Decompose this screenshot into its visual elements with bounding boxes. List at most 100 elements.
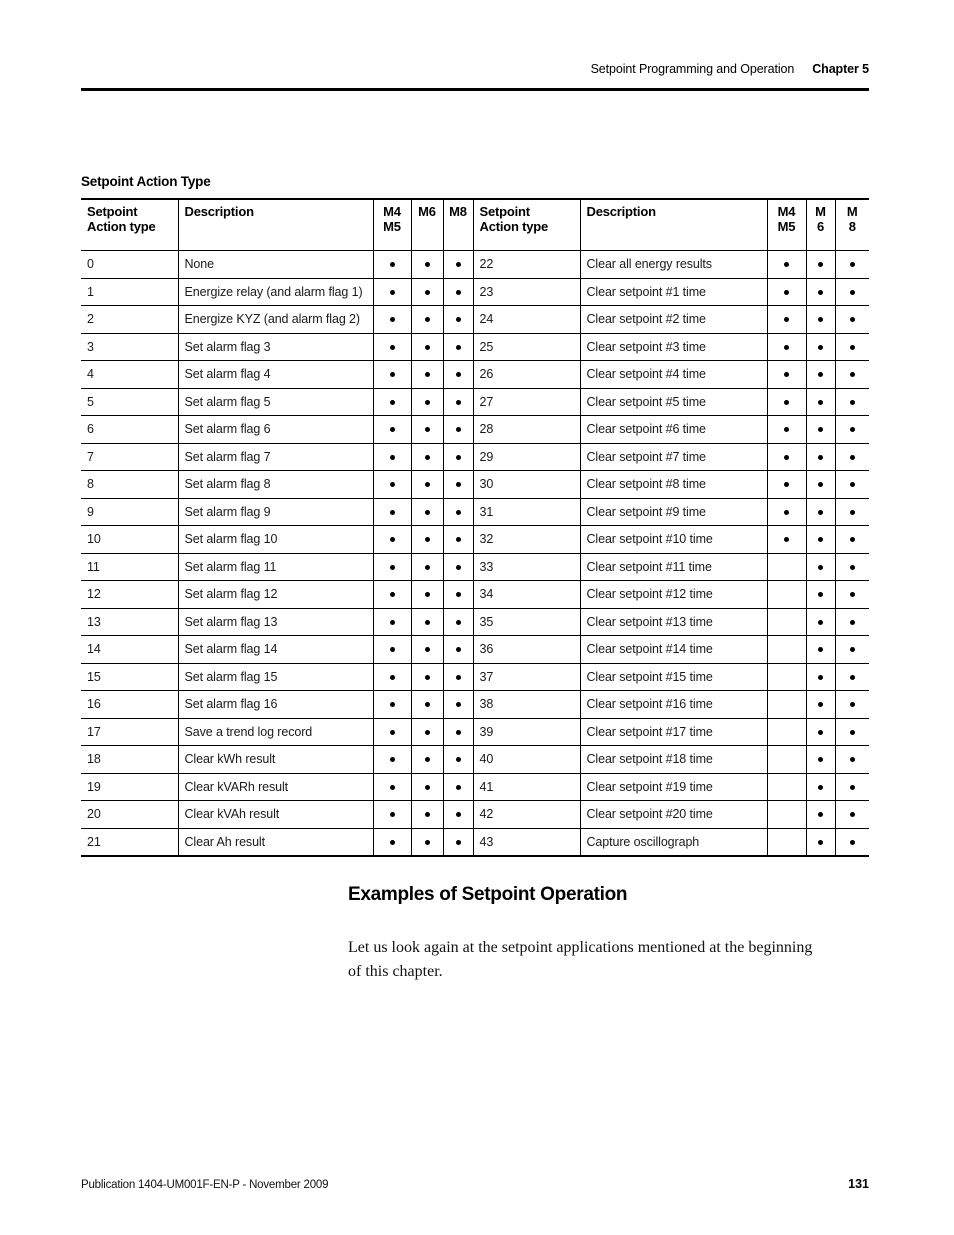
cell-r_m6 <box>805 663 835 691</box>
cell-r_m45 <box>766 608 806 636</box>
page-footer: Publication 1404-UM001F-EN-P - November … <box>81 1177 869 1191</box>
cell-r_desc: Clear setpoint #9 time <box>579 498 767 526</box>
table-row: 14 Set alarm flag 14 36 Clear setpoint #14 … <box>81 635 869 664</box>
cell-r_num: 33 <box>472 553 580 581</box>
header-m6-left: M6 <box>410 198 443 251</box>
cell-l_m45 <box>372 773 411 801</box>
support-dot-icon <box>424 344 430 350</box>
cell-r_m45 <box>766 250 806 279</box>
support-dot-icon <box>818 482 823 488</box>
cell-l_desc: Clear kVAh result <box>177 800 373 829</box>
cell-l_m6 <box>410 333 443 361</box>
cell-r_m6 <box>805 745 835 774</box>
support-dot-icon <box>849 344 855 350</box>
cell-r_desc: Clear setpoint #1 time <box>579 278 767 306</box>
cell-r_m6 <box>805 360 835 389</box>
cell-r_m45 <box>766 553 806 581</box>
cell-l_m45 <box>372 250 411 279</box>
support-dot-icon <box>424 592 430 598</box>
cell-l_m6 <box>410 635 443 664</box>
cell-l_num: 6 <box>81 415 178 444</box>
cell-l_num: 14 <box>81 635 178 664</box>
support-dot-icon <box>455 564 461 570</box>
cell-l_m45 <box>372 333 411 361</box>
table-row: 9 Set alarm flag 9 31 Clear setpoint #9 tim… <box>81 498 869 526</box>
cell-l_num: 7 <box>81 443 178 471</box>
cell-r_m45 <box>766 663 806 691</box>
cell-r_m45 <box>766 498 806 526</box>
support-dot-icon <box>389 757 395 763</box>
support-dot-icon <box>818 427 823 433</box>
cell-r_m8 <box>834 360 869 389</box>
cell-r_num: 36 <box>472 635 580 664</box>
cell-r_m45 <box>766 278 806 306</box>
cell-r_m8 <box>834 305 869 334</box>
cell-l_m8 <box>442 250 473 279</box>
cell-l_m8 <box>442 470 473 499</box>
table-row: 19 Clear kVARh result 41 Clear setpoint #19… <box>81 773 869 801</box>
support-dot-icon <box>455 509 461 515</box>
cell-l_m45 <box>372 663 411 691</box>
support-dot-icon <box>818 372 823 378</box>
cell-l_m8 <box>442 278 473 306</box>
support-dot-icon <box>455 619 461 625</box>
cell-l_m6 <box>410 828 443 857</box>
cell-l_m45 <box>372 388 411 416</box>
support-dot-icon <box>424 812 430 818</box>
cell-l_desc: Set alarm flag 4 <box>177 360 373 389</box>
cell-r_m6 <box>805 498 835 526</box>
support-dot-icon <box>818 812 823 818</box>
cell-r_m45 <box>766 305 806 334</box>
cell-r_m8 <box>834 773 869 801</box>
cell-l_m8 <box>442 800 473 829</box>
support-dot-icon <box>849 427 855 433</box>
cell-l_num: 0 <box>81 250 178 279</box>
support-dot-icon <box>424 537 430 543</box>
support-dot-icon <box>818 537 823 543</box>
cell-r_m8 <box>834 250 869 279</box>
support-dot-icon <box>455 399 461 405</box>
table-row: 13 Set alarm flag 13 35 Clear setpoint #13 … <box>81 608 869 636</box>
cell-r_desc: Clear setpoint #4 time <box>579 360 767 389</box>
cell-r_m45 <box>766 415 806 444</box>
support-dot-icon <box>389 454 395 460</box>
cell-l_m8 <box>442 415 473 444</box>
cell-l_m6 <box>410 773 443 801</box>
table-row: 18 Clear kWh result 40 Clear setpoint #18 t… <box>81 745 869 774</box>
cell-l_num: 21 <box>81 828 178 857</box>
support-dot-icon <box>424 564 430 570</box>
support-dot-icon <box>849 784 855 790</box>
cell-r_num: 23 <box>472 278 580 306</box>
document-page: Setpoint Programming and Operation Chapt… <box>0 0 954 1235</box>
cell-r_m6 <box>805 305 835 334</box>
cell-l_desc: Set alarm flag 5 <box>177 388 373 416</box>
table-row: 20 Clear kVAh result 42 Clear setpoint #20 … <box>81 800 869 829</box>
cell-r_desc: Clear setpoint #19 time <box>579 773 767 801</box>
cell-r_desc: Clear setpoint #17 time <box>579 718 767 746</box>
cell-r_m45 <box>766 388 806 416</box>
cell-r_num: 29 <box>472 443 580 471</box>
cell-l_num: 1 <box>81 278 178 306</box>
support-dot-icon <box>849 757 855 763</box>
cell-l_num: 19 <box>81 773 178 801</box>
support-dot-icon <box>389 344 395 350</box>
table-row: 11 Set alarm flag 11 33 Clear setpoint #11 … <box>81 553 869 581</box>
setpoint-action-type-table: Setpoint Action type Description M4 M5 M… <box>81 198 869 857</box>
cell-r_m8 <box>834 498 869 526</box>
cell-r_desc: Clear all energy results <box>579 250 767 279</box>
cell-r_num: 24 <box>472 305 580 334</box>
cell-r_num: 42 <box>472 800 580 829</box>
cell-r_m6 <box>805 443 835 471</box>
cell-l_m6 <box>410 553 443 581</box>
cell-l_m6 <box>410 608 443 636</box>
cell-l_m45 <box>372 360 411 389</box>
cell-l_m45 <box>372 800 411 829</box>
support-dot-icon <box>455 592 461 598</box>
cell-l_m8 <box>442 360 473 389</box>
cell-r_m45 <box>766 745 806 774</box>
support-dot-icon <box>818 262 823 268</box>
support-dot-icon <box>424 619 430 625</box>
support-dot-icon <box>389 674 395 680</box>
cell-l_num: 20 <box>81 800 178 829</box>
cell-l_m6 <box>410 305 443 334</box>
